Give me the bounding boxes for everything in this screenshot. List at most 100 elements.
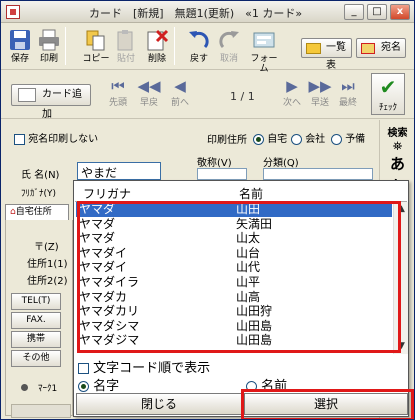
- close-window-button[interactable]: x: [390, 4, 410, 20]
- first-button[interactable]: ⏮ 先頭: [104, 77, 132, 108]
- list-item[interactable]: ヤマダイラ 山平: [76, 275, 392, 290]
- add-card-icon: [18, 88, 36, 102]
- name-cell: 山代: [236, 260, 261, 275]
- address-view-button[interactable]: 宛名: [356, 38, 406, 58]
- list-item[interactable]: ヤマダカ 山高: [76, 290, 392, 305]
- sort-surname-radio[interactable]: [78, 381, 89, 392]
- fast-next-button[interactable]: ▶▶ 早送: [306, 77, 334, 108]
- form-button[interactable]: フォーム: [249, 26, 279, 74]
- other-button[interactable]: その他: [11, 350, 61, 367]
- furigana-cell: ヤマダ: [79, 202, 116, 216]
- name-input[interactable]: やまだ: [77, 162, 161, 180]
- cancel-button[interactable]: 取消: [214, 26, 244, 68]
- address-card-icon: [361, 43, 375, 54]
- mark-dot-icon: [21, 384, 28, 391]
- first-arrow-icon: ⏮: [111, 77, 125, 95]
- kana-index-a[interactable]: あ: [380, 153, 414, 175]
- maximize-button[interactable]: □: [367, 4, 387, 20]
- close-button[interactable]: 閉じる: [76, 393, 242, 415]
- delete-icon: [147, 29, 169, 51]
- name-cell: 山田: [236, 202, 261, 216]
- no-print-option[interactable]: 宛名印刷しない: [14, 130, 98, 145]
- mobile-button[interactable]: 携帯: [11, 331, 61, 348]
- list-item[interactable]: ヤマダ 山太: [76, 231, 392, 246]
- name-column-header[interactable]: 名前: [239, 185, 263, 202]
- list-view-button[interactable]: 一覧表: [301, 38, 352, 71]
- check-button[interactable]: ✔ ﾁｪｯｸ: [371, 73, 405, 115]
- furigana-cell: ヤマダ: [79, 231, 116, 246]
- scroll-up-icon[interactable]: ▲: [394, 202, 409, 217]
- select-button[interactable]: 選択: [244, 393, 408, 415]
- toolbar-divider: [65, 27, 66, 65]
- name-cell: 山田島: [236, 333, 273, 348]
- scroll-down-icon[interactable]: ▼: [394, 339, 409, 354]
- list-item[interactable]: ヤマダイ 山台: [76, 246, 392, 261]
- sort-surname-option[interactable]: 名字: [78, 375, 119, 394]
- check-mark-icon: ✔: [379, 75, 397, 99]
- prev-button[interactable]: ◀ 前へ: [166, 77, 194, 108]
- addr-home-option[interactable]: 自宅: [253, 130, 287, 145]
- add-card-button[interactable]: カード追加: [11, 84, 91, 120]
- category-select[interactable]: [263, 168, 373, 180]
- furigana-cell: ヤマダイ: [79, 245, 128, 260]
- name-cell: 山田狩: [236, 304, 273, 319]
- name-cell: 山太: [236, 231, 261, 246]
- window-title: カード [新規] 無題1(更新) «1 カード»: [89, 7, 303, 20]
- minimize-button[interactable]: _: [344, 4, 364, 20]
- addr-company-radio[interactable]: [291, 133, 302, 145]
- address1-label: 住所1(1): [27, 259, 68, 270]
- list-item[interactable]: ヤマダ 矢満田: [76, 217, 392, 232]
- search-label: 検索: [387, 128, 408, 139]
- mark1-select[interactable]: [11, 404, 71, 418]
- tel-button[interactable]: TEL(T): [11, 293, 61, 310]
- fax-button[interactable]: FAX.: [11, 312, 61, 329]
- undo-button[interactable]: 戻す: [184, 26, 214, 68]
- form-icon: [253, 32, 275, 48]
- name-suggest-popup: フリガナ 名前 ヤマダ 山田 ヤマダ 矢満田 ヤマダ 山太 ヤマダイ 山台 ヤマダイ 山代 ヤマダイ…: [73, 180, 409, 417]
- copy-button[interactable]: コピー: [81, 26, 111, 68]
- page-counter: 1 / 1: [230, 90, 255, 103]
- sort-given-option[interactable]: 名前: [246, 375, 287, 394]
- card-app-icon: [6, 5, 20, 19]
- paste-button[interactable]: 貼付: [111, 26, 141, 68]
- addr-home-radio[interactable]: [253, 133, 264, 145]
- list-scrollbar[interactable]: ▲ ▼: [393, 202, 408, 354]
- furigana-cell: ヤマダシマ: [79, 318, 140, 333]
- list-item[interactable]: ヤマダジマ 山田島: [76, 333, 392, 348]
- list-item[interactable]: ヤマダカリ 山田狩: [76, 304, 392, 319]
- addr-spare-radio[interactable]: [331, 133, 342, 145]
- furigana-column-header[interactable]: フリガナ: [83, 185, 131, 202]
- last-button[interactable]: ⏭ 最終: [334, 77, 362, 108]
- name-cell: 山田島: [236, 318, 273, 333]
- tab-home-address[interactable]: ⌂自宅住所: [5, 204, 69, 220]
- sort-given-radio[interactable]: [246, 381, 257, 392]
- list-item[interactable]: ヤマダイ 山代: [76, 260, 392, 275]
- name-cell: 山高: [236, 289, 261, 304]
- list-item[interactable]: ヤマダ 山田: [76, 202, 392, 217]
- save-button[interactable]: 保存: [5, 26, 35, 68]
- print-address-label: 印刷住所: [207, 135, 247, 146]
- list-item[interactable]: ヤマダシマ 山田島: [76, 319, 392, 334]
- addr-company-option[interactable]: 会社: [291, 130, 325, 145]
- name-cell: 山台: [236, 245, 261, 260]
- addr-spare-option[interactable]: 予備: [331, 130, 365, 145]
- navigation-toolbar: カード追加 ⏮ 先頭 ◀◀ 早戻 ◀ 前へ 1 / 1 ▶ 次へ ▶▶ 早送 ⏭ 最終 ✔ ﾁ…: [1, 71, 414, 120]
- no-print-checkbox[interactable]: [14, 133, 25, 145]
- binoculars-icon[interactable]: ⛯: [380, 139, 414, 153]
- char-code-order-option[interactable]: 文字コード順で表示: [78, 357, 210, 376]
- next-button[interactable]: ▶ 次へ: [278, 77, 306, 108]
- furigana-cell: ヤマダイ: [79, 260, 128, 275]
- prev-arrow-icon: ◀: [174, 77, 186, 95]
- char-code-order-checkbox[interactable]: [78, 363, 89, 374]
- title-bar[interactable]: カード [新規] 無題1(更新) «1 カード» _ □ x: [1, 1, 414, 23]
- honorific-select[interactable]: [197, 168, 247, 180]
- card-window: カード [新規] 無題1(更新) «1 カード» _ □ x 保存 印刷 コピー…: [0, 0, 415, 420]
- delete-button[interactable]: 削除: [142, 26, 172, 68]
- undo-arrow-icon: [189, 31, 209, 49]
- printer-icon: [39, 29, 59, 51]
- last-arrow-icon: ⏭: [341, 77, 355, 95]
- fast-prev-button[interactable]: ◀◀ 早戻: [135, 77, 163, 108]
- candidate-list[interactable]: ヤマダ 山田 ヤマダ 矢満田 ヤマダ 山太 ヤマダイ 山台 ヤマダイ 山代 ヤマダイラ 山平 ヤマダカ山…: [76, 202, 392, 354]
- name-cell: 山平: [236, 275, 261, 289]
- print-button[interactable]: 印刷: [34, 26, 64, 68]
